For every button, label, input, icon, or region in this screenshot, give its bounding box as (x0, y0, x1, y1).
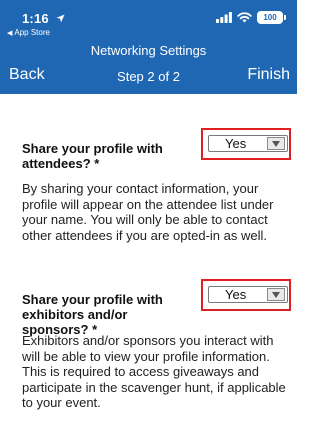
app-header: 1:16 ◀ App Store 100 Networking Settings … (0, 0, 297, 94)
finish-button[interactable]: Finish (247, 66, 290, 84)
back-triangle-icon: ◀ (7, 30, 13, 37)
chevron-down-icon (267, 137, 285, 150)
status-time: 1:16 (22, 11, 65, 26)
back-to-app-store-label: App Store (14, 28, 50, 37)
share-exhibitors-question: Share your profile with exhibitors and/o… (22, 292, 163, 337)
share-attendees-select[interactable]: Yes (208, 135, 288, 152)
share-attendees-question: Share your profile with attendees? * (22, 141, 163, 171)
share-attendees-description: By sharing your contact information, you… (22, 181, 274, 243)
signal-icon (216, 12, 232, 23)
share-exhibitors-description: Exhibitors and/or sponsors you interact … (22, 333, 286, 410)
location-arrow-icon (56, 14, 65, 23)
back-to-app-store[interactable]: ◀ App Store (7, 28, 50, 37)
chevron-down-icon (267, 288, 285, 301)
share-exhibitors-value: Yes (225, 287, 247, 302)
share-exhibitors-highlight: Yes (201, 279, 291, 311)
battery-level: 100 (263, 13, 277, 22)
page-title: Networking Settings (90, 43, 207, 58)
wifi-icon (237, 12, 252, 23)
share-attendees-value: Yes (225, 136, 247, 151)
battery-icon: 100 (257, 11, 286, 24)
share-exhibitors-select[interactable]: Yes (208, 286, 288, 303)
share-attendees-highlight: Yes (201, 128, 291, 160)
status-time-label: 1:16 (22, 11, 49, 26)
status-icons: 100 (216, 11, 286, 24)
